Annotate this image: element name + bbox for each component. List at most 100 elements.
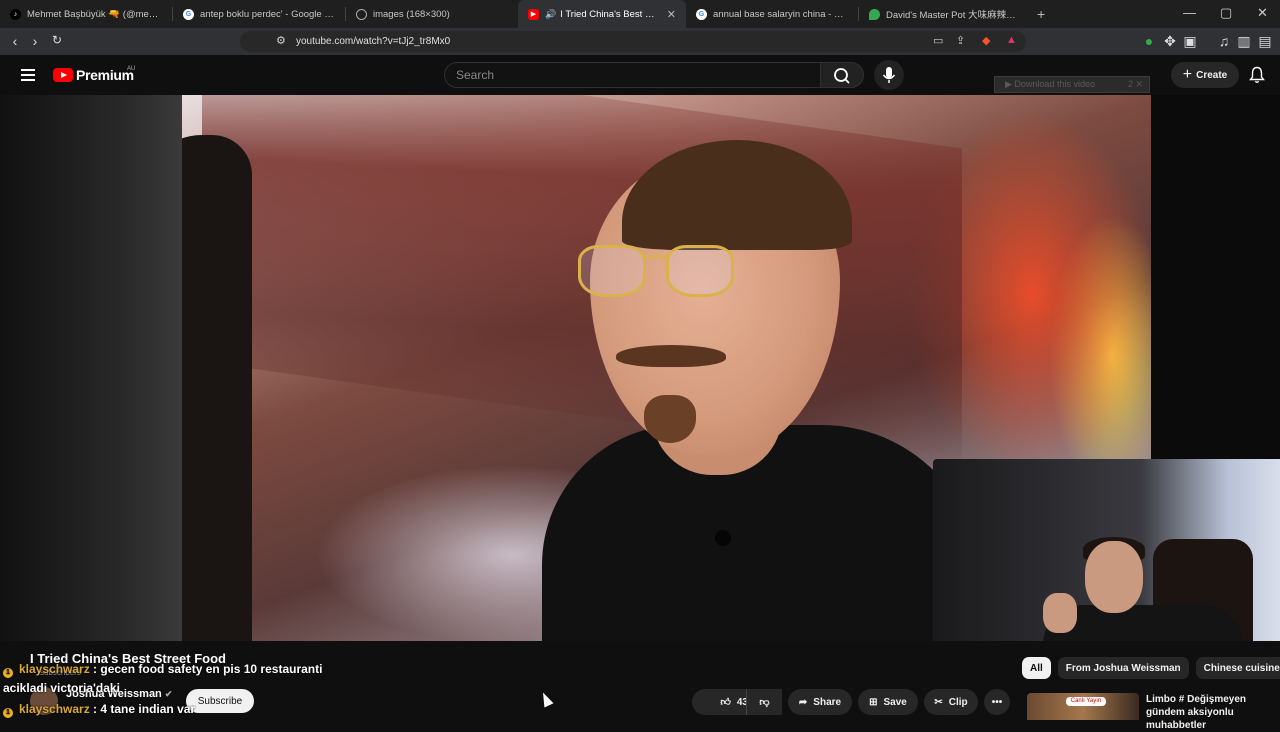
tab-google-salary[interactable]: G annual base salaryin china - Google S <box>686 0 858 28</box>
maximize-icon[interactable]: ▢ <box>1220 5 1232 21</box>
new-tab-button[interactable]: + <box>1037 6 1045 22</box>
save-label: Save <box>883 696 907 708</box>
streamer-head <box>1085 541 1143 613</box>
related-filter-chips: All From Joshua Weissman Chinese cuisine <box>1022 657 1280 679</box>
chip-from-channel[interactable]: From Joshua Weissman <box>1057 657 1189 679</box>
region-code: AU <box>127 66 136 72</box>
microphone-icon <box>882 67 896 83</box>
chat-message: 1 klayschwarz : 4 tane indian var <box>3 702 195 718</box>
save-button[interactable]: ⊞ Save <box>858 689 918 715</box>
search-icon <box>834 68 850 84</box>
save-icon: ⊞ <box>869 696 878 708</box>
google-icon: G <box>696 8 707 20</box>
google-icon: G <box>183 8 194 20</box>
close-tab-icon[interactable]: ✕ <box>667 8 676 21</box>
download-video-bar[interactable]: ▶ Download this video 2 ✕ <box>994 76 1150 93</box>
download-label: ▶ Download this video <box>1005 79 1095 89</box>
chat-user: klayschwarz <box>19 662 90 676</box>
tab-google-search[interactable]: G antep boklu perdec' - Google Search <box>173 0 345 28</box>
notifications-bell-icon[interactable] <box>1249 66 1265 84</box>
browser-toolbar: ‹ › ↻ 🔖 ⚙ youtube.com/watch?v=tJj2_tr8Mx… <box>0 28 1280 55</box>
cast-icon[interactable]: ▭ <box>933 34 943 47</box>
tab-images[interactable]: images (168×300) <box>346 0 518 28</box>
chat-user: klayschwarz <box>19 702 90 716</box>
minimize-icon[interactable]: — <box>1183 5 1196 20</box>
share-button[interactable]: ➦ Share <box>788 689 852 715</box>
tab-label: David's Master Pot 大味麻辣烫 - Goo <box>886 10 1017 21</box>
reload-icon[interactable]: ↻ <box>49 33 65 47</box>
sidebar-icon[interactable]: ▥ <box>1236 33 1252 50</box>
youtube-logo-icon[interactable] <box>53 68 73 82</box>
download-close-icon[interactable]: 2 ✕ <box>1128 79 1143 90</box>
search-box[interactable] <box>444 62 821 88</box>
chat-badge-icon: 1 <box>3 708 13 718</box>
dislike-button[interactable]: 👎︎ <box>746 689 782 715</box>
tab-label: images (168×300) <box>373 8 450 20</box>
premium-logo-text[interactable]: Premium <box>76 67 134 83</box>
mouse-cursor-icon <box>538 690 554 708</box>
more-actions-button[interactable]: ••• <box>984 689 1010 715</box>
youtube-icon: ▶ <box>528 8 539 20</box>
youtube-masthead: Premium AU ▶ Download this video 2 ✕ + C… <box>0 55 1280 95</box>
subscribe-label: Subscribe <box>197 695 243 707</box>
share-label: Share <box>813 696 842 708</box>
player-side-shade <box>0 95 182 641</box>
voice-search-button[interactable] <box>874 60 904 90</box>
screenshot-icon[interactable]: ▣ <box>1182 33 1198 50</box>
menu-icon[interactable] <box>21 69 35 84</box>
chat-message: 1 klayschwarz : gecen food safety en pis … <box>3 662 322 678</box>
tab-label: antep boklu perdec' - Google Search <box>200 8 335 20</box>
tab-label: I Tried China's Best Street Foo <box>560 8 659 20</box>
more-icon: ••• <box>991 696 1003 708</box>
chat-text: : 4 tane indian var <box>89 702 196 716</box>
chat-message-continued: acikladi victoria'daki <box>3 681 120 695</box>
video-glasses-right <box>666 245 734 297</box>
back-icon[interactable]: ‹ <box>7 33 23 49</box>
clip-label: Clip <box>948 696 968 708</box>
video-info-area: I Tried China's Best Street Food subscri… <box>0 641 1280 731</box>
scissors-icon: ✂ <box>934 696 943 708</box>
chat-text: acikladi victoria'daki <box>3 681 120 695</box>
thumbs-up-icon: 👍︎ <box>720 697 731 708</box>
extensions-icon[interactable]: ✥ <box>1162 33 1178 50</box>
tab-label: annual base salaryin china - Google S <box>713 8 848 20</box>
forward-icon[interactable]: › <box>27 33 43 49</box>
subscribe-button[interactable]: Subscribe <box>186 689 254 713</box>
brave-shield-icon[interactable]: ◆ <box>982 34 990 47</box>
chip-all[interactable]: All <box>1022 657 1051 679</box>
video-person-left <box>182 135 252 641</box>
speaker-icon: 🔊 <box>545 8 557 19</box>
brave-rewards-icon[interactable]: ▲ <box>1006 34 1017 46</box>
create-label: Create <box>1196 69 1228 81</box>
address-bar[interactable]: ⚙ youtube.com/watch?v=tJj2_tr8Mx0 ▭ ⇪ ◆ … <box>240 31 1026 52</box>
tab-tiktok[interactable]: ♪ Mehmet Başbüyük 🔫 (@mehme <box>0 0 172 28</box>
create-button[interactable]: + Create <box>1171 62 1239 88</box>
clip-button[interactable]: ✂ Clip <box>924 689 978 715</box>
close-window-icon[interactable]: ✕ <box>1257 5 1268 21</box>
tiktok-icon: ♪ <box>10 8 21 20</box>
media-control-icon[interactable]: ♫ <box>1216 33 1232 49</box>
search-button[interactable] <box>820 62 864 88</box>
maps-pin-icon <box>869 8 880 20</box>
share-page-icon[interactable]: ⇪ <box>956 34 965 47</box>
url-text: youtube.com/watch?v=tJj2_tr8Mx0 <box>296 36 451 47</box>
webcam-overlay <box>933 459 1280 655</box>
chip-chinese-cuisine[interactable]: Chinese cuisine <box>1195 657 1280 679</box>
chat-text: : gecen food safety en pis 10 restaurant… <box>89 662 323 676</box>
video-lapel-mic <box>715 530 731 546</box>
video-mustache <box>616 345 726 367</box>
video-glasses-bridge <box>644 255 668 258</box>
video-glasses-left <box>578 245 646 297</box>
video-goatee <box>644 395 696 443</box>
extension-leaf-icon[interactable]: ● <box>1141 33 1157 49</box>
tab-youtube-active[interactable]: ▶ 🔊 I Tried China's Best Street Foo ✕ <box>518 0 686 28</box>
live-badge: Canlı Yayın <box>1066 697 1106 706</box>
search-input[interactable] <box>456 68 796 82</box>
recommended-video-title[interactable]: Limbo # Değişmeyen gündem aksiyonlu muha… <box>1146 693 1280 732</box>
browser-tab-strip: ♪ Mehmet Başbüyük 🔫 (@mehme G antep bokl… <box>0 0 1280 28</box>
share-icon: ➦ <box>798 696 808 708</box>
site-info-icon[interactable]: ⚙ <box>276 34 286 47</box>
tab-maps[interactable]: David's Master Pot 大味麻辣烫 - Goo <box>859 0 1027 28</box>
wallet-icon[interactable]: ▤ <box>1257 33 1273 50</box>
verified-icon: ✔ <box>164 689 173 699</box>
